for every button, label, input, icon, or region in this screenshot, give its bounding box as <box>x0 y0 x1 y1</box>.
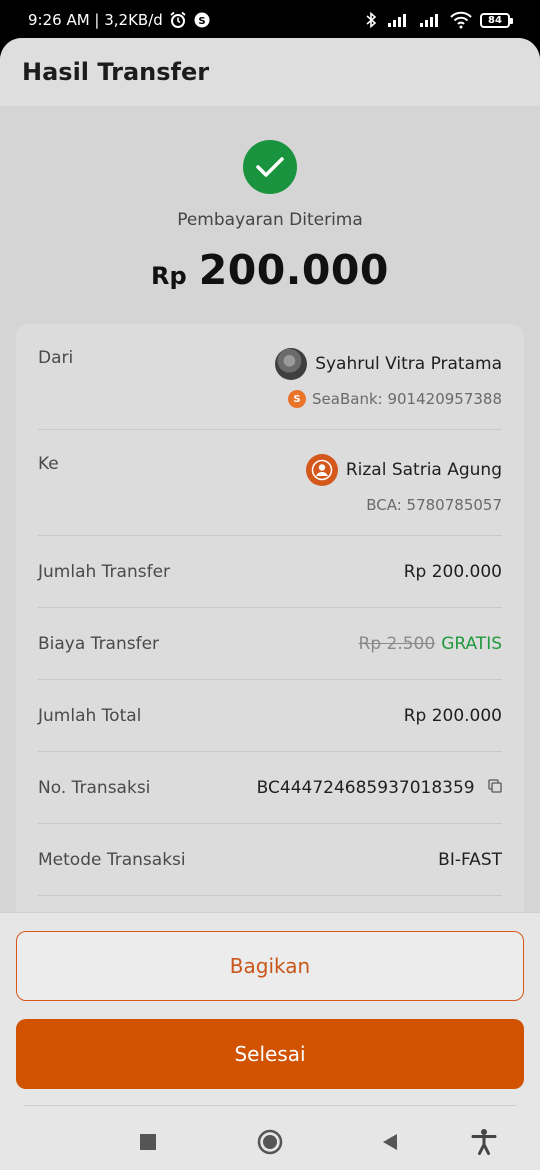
fee-original: Rp 2.500 <box>358 633 436 654</box>
person-icon <box>305 454 338 486</box>
detail-row-total: Jumlah Total Rp 200.000 <box>38 680 502 752</box>
total-label: Jumlah Total <box>38 705 142 726</box>
detail-row-method: Metode Transaksi BI-FAST <box>38 824 502 896</box>
recipient-name: Rizal Satria Agung <box>345 460 502 480</box>
detail-row-to: Ke Rizal Satria Agung BCA: 5780785057 <box>38 430 502 536</box>
from-label: Dari <box>38 348 74 368</box>
bluetooth-icon <box>364 11 378 29</box>
signal-icon <box>386 12 410 28</box>
transfer-amount-value: Rp 200.000 <box>403 561 502 582</box>
success-summary: Pembayaran Diterima Rp 200.000 <box>0 106 540 294</box>
total-value: Rp 200.000 <box>403 705 502 726</box>
transaction-detail-card: Dari Syahrul Vitra Pratama S SeaBank: 90… <box>16 324 524 944</box>
battery-indicator: 84 <box>480 12 513 28</box>
app-notification-icon: S <box>193 11 211 29</box>
sender-name: Syahrul Vitra Pratama <box>315 354 502 374</box>
done-button[interactable]: Selesai <box>16 1019 524 1089</box>
fee-label: Biaya Transfer <box>38 633 160 654</box>
amount-value: 200.000 <box>198 246 389 294</box>
amount-currency: Rp <box>151 262 187 290</box>
svg-text:S: S <box>198 16 205 27</box>
status-bar: 9:26 AM | 3,2KB/d S 84 <box>0 0 540 40</box>
recipient-account: BCA: 5780785057 <box>366 496 502 514</box>
seabank-logo-icon: S <box>288 390 307 408</box>
amount-display: Rp 200.000 <box>0 246 540 294</box>
method-value: BI-FAST <box>438 849 502 870</box>
transaction-no-label: No. Transaksi <box>38 777 151 798</box>
signal-icon <box>418 12 442 28</box>
system-nav-bar <box>0 1117 540 1167</box>
check-icon <box>243 140 297 194</box>
alarm-icon <box>169 11 187 29</box>
transfer-amount-label: Jumlah Transfer <box>38 561 171 582</box>
circle-icon[interactable] <box>250 1122 290 1162</box>
to-label: Ke <box>38 454 59 474</box>
detail-row-fee: Biaya Transfer Rp 2.500 GRATIS <box>38 608 502 680</box>
page-title: Hasil Transfer <box>22 58 210 86</box>
detail-row-transaction-no: No. Transaksi BC444724685937018359 <box>38 752 502 824</box>
bottom-action-panel: Bagikan Selesai <box>0 912 540 1170</box>
method-label: Metode Transaksi <box>38 849 186 870</box>
payment-status-text: Pembayaran Diterima <box>177 210 363 230</box>
transaction-no-value: BC444724685937018359 <box>256 777 475 798</box>
nav-divider <box>24 1105 516 1106</box>
app-header: Hasil Transfer <box>0 38 540 106</box>
accessibility-icon[interactable] <box>464 1122 504 1162</box>
app-screen: Hasil Transfer Pembayaran Diterima Rp 20… <box>0 38 540 1170</box>
detail-row-from: Dari Syahrul Vitra Pratama S SeaBank: 90… <box>38 324 502 430</box>
wifi-icon <box>450 11 472 29</box>
sender-avatar <box>275 348 308 380</box>
triangle-back-icon[interactable] <box>370 1122 410 1162</box>
fee-free-badge: GRATIS <box>441 633 502 654</box>
sender-account: SeaBank: 901420957388 <box>312 390 502 408</box>
detail-row-transfer-amount: Jumlah Transfer Rp 200.000 <box>38 536 502 608</box>
square-icon[interactable] <box>128 1122 168 1162</box>
status-time: 9:26 AM | 3,2KB/d <box>28 11 163 29</box>
copy-icon[interactable] <box>488 778 502 798</box>
share-button[interactable]: Bagikan <box>16 931 524 1001</box>
